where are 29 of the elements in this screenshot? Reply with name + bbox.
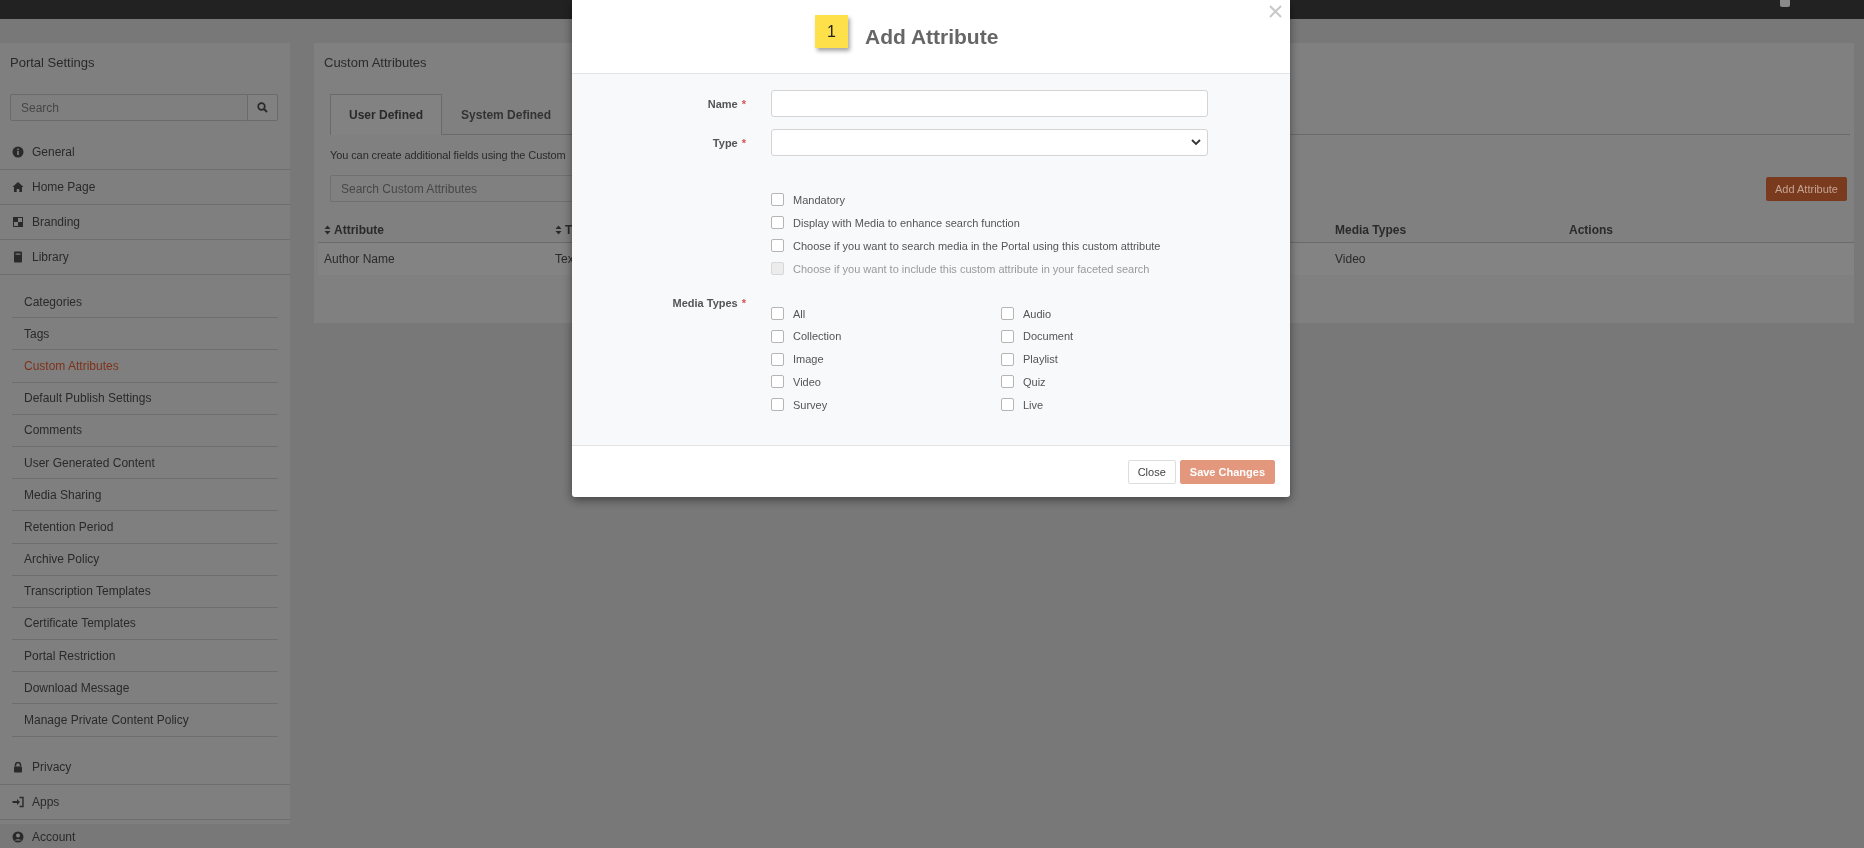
description-text: You can create additional fields using the Custom [330,149,566,161]
field-label: Media Types [672,297,738,309]
column-header: Media Types [1335,223,1408,237]
checkbox-label: Audio [1023,307,1052,320]
step-badge: 1 [815,15,848,48]
checkbox-label: Playlist [1023,353,1058,366]
required-mark: * [741,136,746,149]
required-mark: * [741,297,746,309]
checkbox-label: Quiz [1023,375,1046,388]
checkbox-label: All [793,307,806,320]
checkbox-label: Document [1023,330,1074,343]
checkbox-label: Choose if you want to include this custom attribute in your faceted search [793,262,1150,275]
required-mark: * [741,97,746,110]
checkbox-label: Survey [793,398,828,411]
checkbox-label: Image [793,353,824,366]
checkbox-label: Choose if you want to search media in the Portal using this custom attribute [793,239,1161,252]
field-label: Type [712,136,738,149]
field-label: Name [707,97,738,110]
checkbox-label: Video [793,375,821,388]
checkbox-label: Mandatory [793,193,845,206]
table-cell: Author Name [324,252,395,266]
checkbox-label: Display with Media to enhance search function [793,216,1020,229]
table-cell: Video [1335,252,1366,266]
panel-title: Custom Attributes [323,54,428,72]
sidebar-title: Portal Settings [9,54,96,72]
checkbox-label: Live [1023,398,1044,411]
column-header: Actions [1569,223,1614,237]
dialog-title: Add Attribute [865,24,999,49]
checkbox-label: Collection [793,330,842,343]
